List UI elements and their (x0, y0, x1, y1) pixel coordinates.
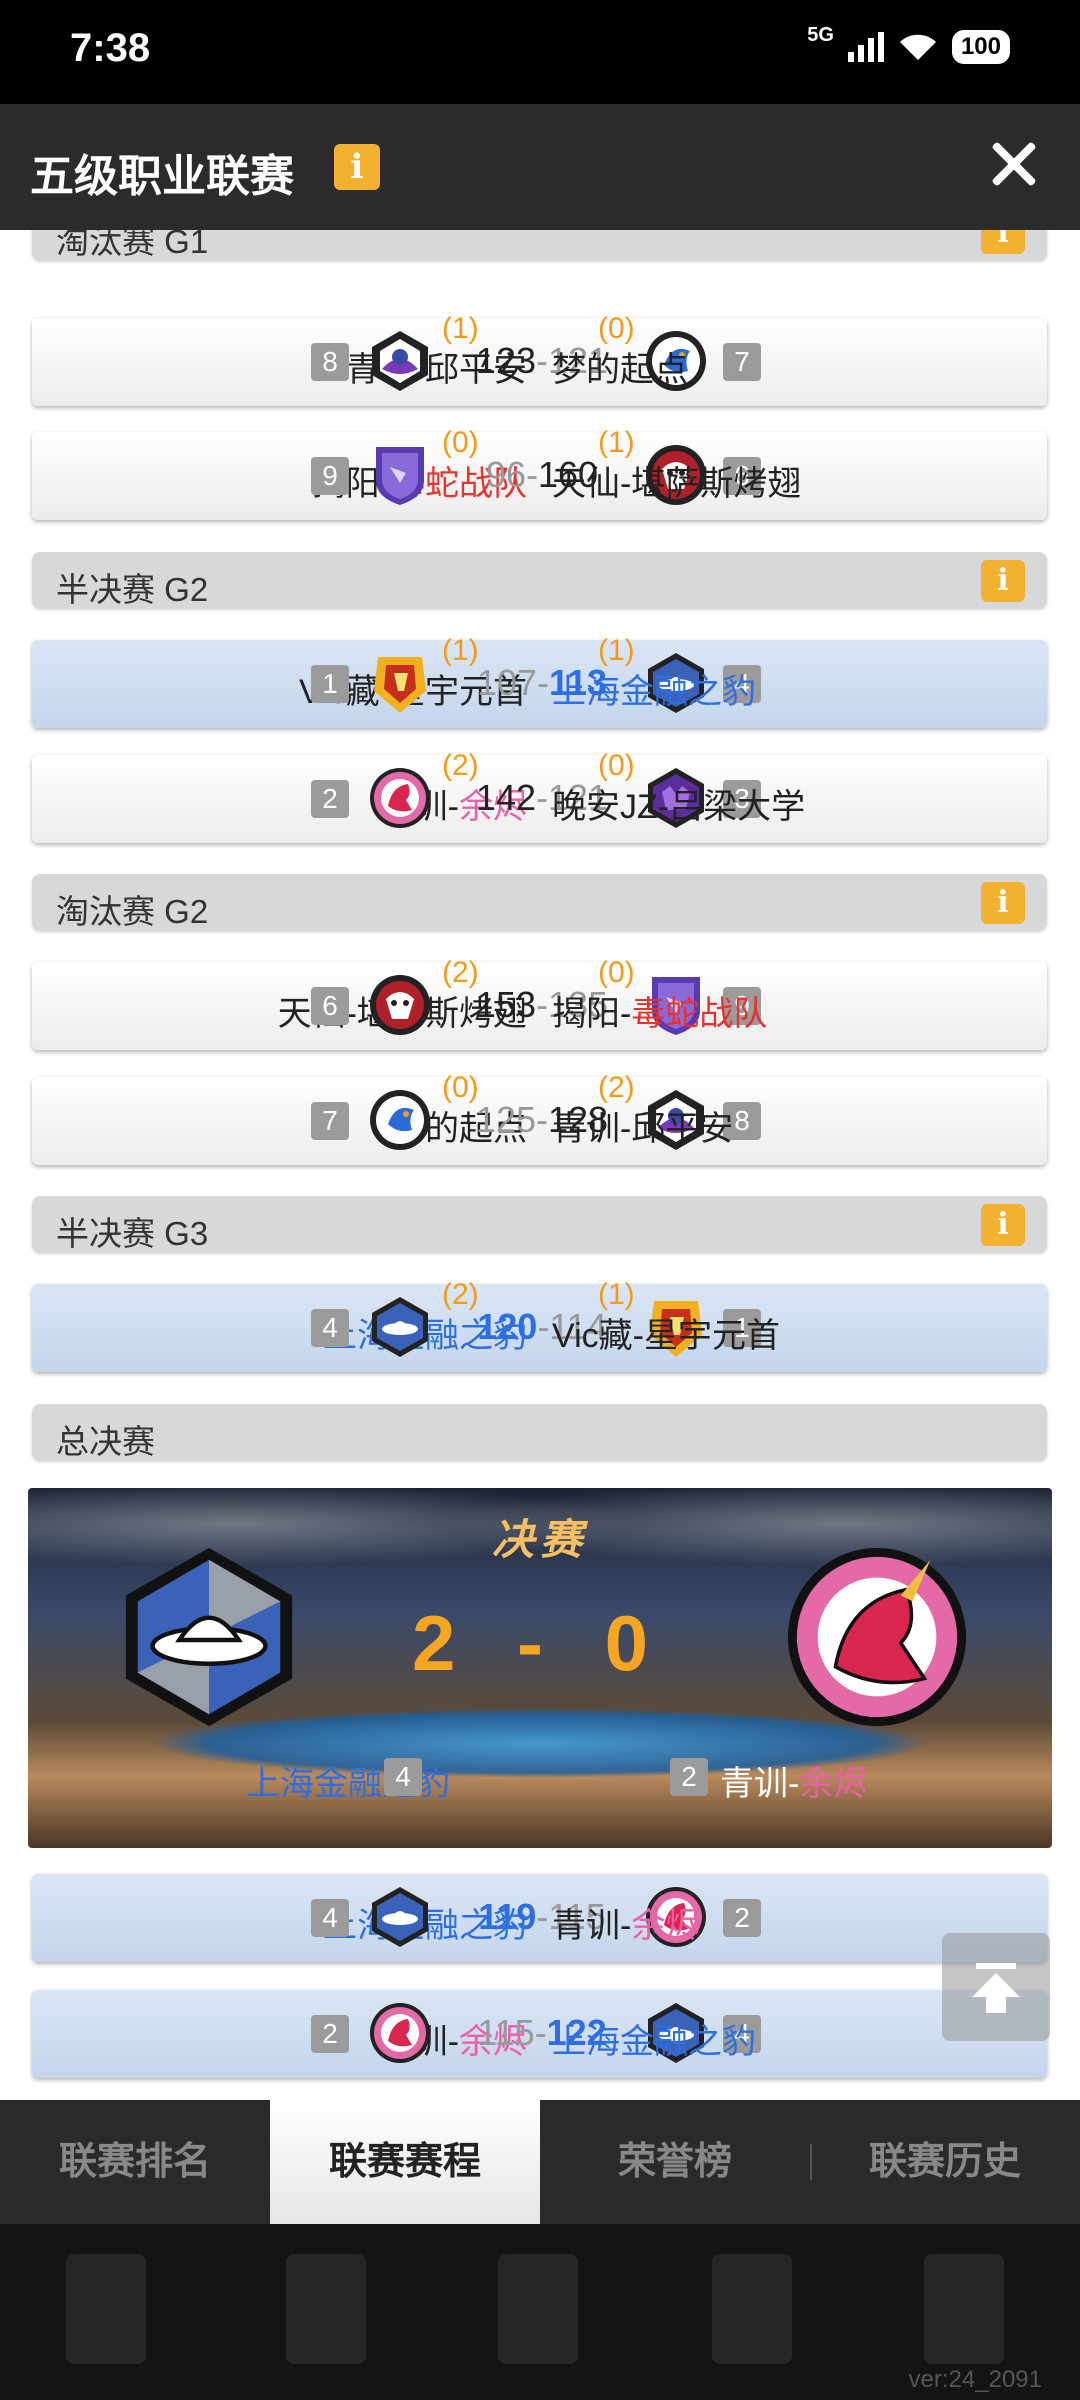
info-icon[interactable]: i (334, 144, 380, 190)
version-label: ver:24_2091 (908, 2366, 1042, 2393)
team-name-right: 晚安JZ-吕梁大学 (552, 788, 806, 826)
dimmed-nav-icon (924, 2254, 1004, 2364)
round-label: 淘汰赛 G2 (56, 893, 209, 930)
round-header: 总决赛 (32, 1404, 1047, 1460)
dimmed-nav-icon (712, 2254, 792, 2364)
match-row[interactable]: 青训-余烬 2 115-122 4 上海金融之豹 (32, 1990, 1047, 2078)
tab-league-history[interactable]: 联赛历史 (810, 2100, 1080, 2224)
round-label: 半决赛 G2 (56, 571, 209, 608)
battery-icon: 100 (951, 30, 1010, 64)
info-icon[interactable]: i (981, 882, 1025, 924)
seed-badge: 1 (311, 665, 349, 703)
team-name-right: 揭阳-毒蛇战队 (552, 995, 768, 1033)
seed-badge: 4 (311, 1309, 349, 1347)
round-label: 淘汰赛 G1 (56, 230, 209, 260)
info-icon[interactable]: i (981, 230, 1025, 254)
series-wins-right: (2) (598, 1071, 635, 1104)
team-name-right: 天仙-堪萨斯烤翅 (552, 465, 802, 503)
seed-badge: 9 (311, 457, 349, 495)
dimmed-nav-icon (66, 2254, 146, 2364)
close-icon[interactable] (984, 134, 1044, 194)
seed-badge: 2 (311, 2015, 349, 2053)
team-logo-icon (125, 1547, 293, 1727)
series-wins-right: (0) (598, 749, 635, 782)
round-header: 半决赛 G3 i (32, 1196, 1047, 1252)
seed-badge: 7 (723, 343, 761, 381)
seed-badge: 6 (311, 987, 349, 1025)
team-logo-icon (787, 1547, 967, 1727)
dimmed-bottom-nav: ver:24_2091 (0, 2224, 1080, 2400)
title-bar: 五级职业联赛 i (0, 104, 1080, 230)
seed-badge: 4 (311, 1899, 349, 1937)
seed-badge: 7 (311, 1102, 349, 1140)
tab-league-schedule[interactable]: 联赛赛程 (270, 2100, 540, 2224)
team-name-right: 梦的起点 (552, 351, 688, 389)
match-row[interactable]: 梦的起点 7 (0) 125-128 (2) 8 青训-邱平安 (32, 1071, 1047, 1165)
team-logo-icon (372, 1887, 428, 1947)
info-icon[interactable]: i (981, 560, 1025, 602)
round-header: 淘汰赛 G2 i (32, 874, 1047, 930)
match-row[interactable]: 上海金融之豹 4 119-115 2 青训-余烬 (32, 1874, 1047, 1962)
series-wins-right: (0) (598, 312, 635, 345)
seed-badge: 2 (670, 1758, 708, 1796)
team-name-right: 青训-余烬 (552, 1907, 700, 1945)
status-icons: 5G 100 (807, 24, 1010, 64)
team-logo-icon (370, 1090, 430, 1150)
seed-badge: 4 (384, 1758, 422, 1796)
match-row[interactable]: 揭阳-毒蛇战队 9 (0) 96-160 (1) 6 天仙-堪萨斯烤翅 (32, 426, 1047, 520)
status-time: 7:38 (70, 26, 151, 70)
team-logo-icon (372, 1297, 428, 1357)
team-logo-icon (372, 331, 428, 391)
series-wins-right: (1) (598, 634, 635, 667)
series-wins-right: (0) (598, 956, 635, 989)
team-name-right: 上海金融之豹 (552, 673, 756, 711)
team-logo-icon (376, 447, 424, 505)
tab-league-ranking[interactable]: 联赛排名 (0, 2100, 270, 2224)
match-row[interactable]: Vic藏-星宇元首 1 (1) 107-113 (1) 4 上海金融之豹 (32, 634, 1047, 728)
match-row[interactable]: 天仙-堪萨斯烤翅 6 (2) 153-135 (0) 9 揭阳-毒蛇战队 (32, 956, 1047, 1050)
info-icon[interactable]: i (981, 1204, 1025, 1246)
series-wins-right: (1) (598, 1278, 635, 1311)
round-header: 半决赛 G2 i (32, 552, 1047, 608)
team-name-right: 青训-邱平安 (552, 1110, 734, 1148)
league-tab-bar: 联赛排名 联赛赛程 荣誉榜 联赛历史 (0, 2100, 1080, 2224)
network-type: 5G (807, 23, 834, 46)
wifi-icon (899, 34, 936, 60)
team-logo-icon (370, 768, 430, 828)
page-title: 五级职业联赛 (30, 152, 294, 201)
round-label: 半决赛 G3 (56, 1215, 209, 1252)
dimmed-nav-icon (286, 2254, 366, 2364)
schedule-list[interactable]: 淘汰赛 G1 i 青训-邱平安 8 (1) 123-121 (0) 7 梦的起点… (0, 230, 1080, 2100)
scroll-to-top-button[interactable] (942, 1933, 1050, 2041)
signal-icon (847, 32, 884, 62)
seed-badge: 8 (311, 343, 349, 381)
match-row[interactable]: 青训-余烬 2 (2) 142-121 (0) 3 晚安JZ-吕梁大学 (32, 749, 1047, 843)
status-bar: 7:38 5G 100 (0, 0, 1080, 104)
team-logo-icon (370, 2003, 430, 2063)
team-logo-icon (370, 975, 430, 1035)
series-wins-right: (1) (598, 426, 635, 459)
match-row[interactable]: 青训-邱平安 8 (1) 123-121 (0) 7 梦的起点 (32, 312, 1047, 406)
arrow-up-icon (972, 1963, 1020, 2013)
team-logo-icon (374, 657, 426, 713)
seed-badge: 2 (723, 1899, 761, 1937)
round-label: 总决赛 (56, 1423, 155, 1460)
seed-badge: 2 (311, 780, 349, 818)
finals-banner[interactable]: 决赛 2 - 0 上海金融之豹 4 2 青训-余烬 (28, 1488, 1052, 1848)
round-header: 淘汰赛 G1 i (32, 230, 1047, 260)
dimmed-nav-icon (498, 2254, 578, 2364)
team-name-right: 上海金融之豹 (552, 2023, 756, 2061)
tab-honor-roll[interactable]: 荣誉榜 (540, 2100, 810, 2224)
team-name-right: Vic藏-星宇元首 (552, 1317, 780, 1355)
match-row[interactable]: 上海金融之豹 4 (2) 120-114 (1) 1 Vic藏-星宇元首 (32, 1278, 1047, 1372)
finals-team-right: 青训-余烬 (720, 1765, 868, 1803)
